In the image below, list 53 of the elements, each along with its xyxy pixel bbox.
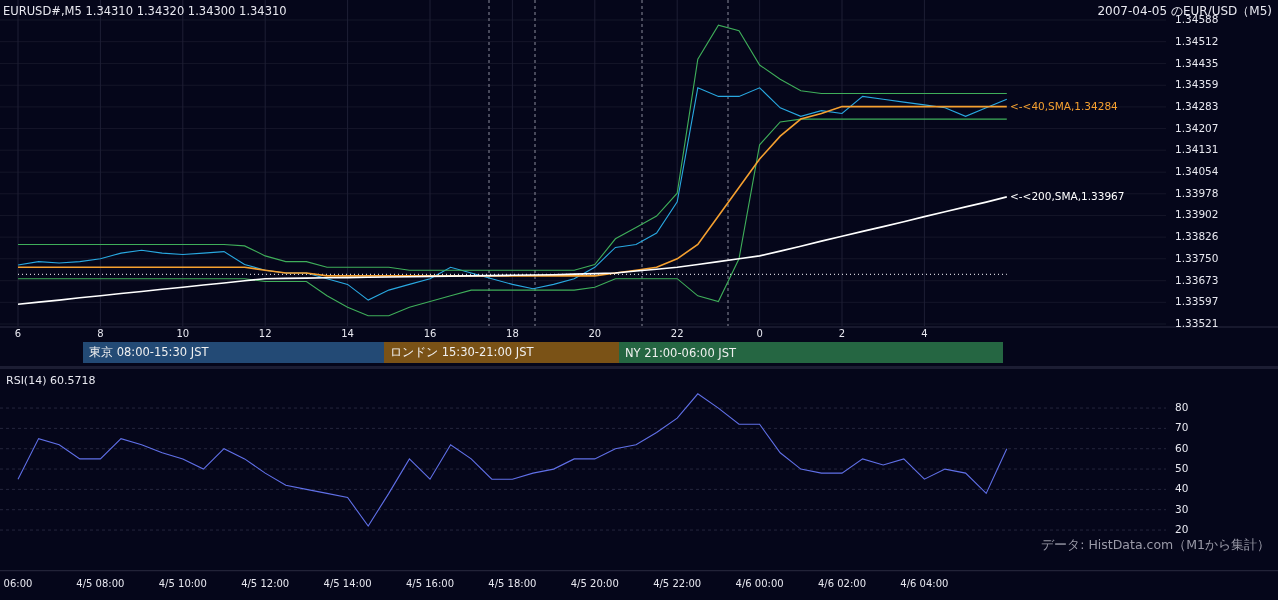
time-axis-label: 4/5 10:00 (158, 577, 207, 589)
time-axis-label: 20 (588, 328, 602, 339)
session-band: ロンドン 15:30-21:00 JST (384, 342, 619, 363)
price-axis-label: 1.33750 (1175, 251, 1219, 264)
price-axis-label: 1.33597 (1175, 295, 1219, 308)
time-axis-label: 18 (506, 328, 519, 339)
price-axis-label: 1.34054 (1175, 165, 1219, 178)
time-axis-label: 16 (423, 328, 437, 339)
time-axis-label: 4/5 08:00 (76, 577, 125, 589)
time-axis-label: 4/5 20:00 (570, 577, 619, 589)
time-axis-label: 4/6 00:00 (735, 577, 784, 589)
rsi-axis-label: 80 (1175, 401, 1189, 414)
price-axis-label: 1.33902 (1175, 208, 1219, 221)
time-axis-label: 4/6 04:00 (900, 577, 949, 589)
rsi-axis-label: 50 (1175, 462, 1189, 475)
rsi-axis-label: 70 (1175, 421, 1189, 434)
rsi-axis-label: 30 (1175, 502, 1189, 515)
time-axis-label: 4/6 02:00 (817, 577, 867, 589)
moving-average-label: <-<200,SMA,1.33967 (1010, 189, 1125, 202)
time-axis-label: 4/5 14:00 (323, 577, 372, 589)
moving-average-label: <-<40,SMA,1.34284 (1010, 99, 1118, 112)
time-axis-label: 4/5 18:00 (488, 577, 537, 589)
rsi-axis-label: 40 (1175, 482, 1189, 495)
price-axis-label: 1.34512 (1175, 34, 1219, 47)
time-axis-label: 12 (258, 328, 272, 339)
time-axis-label: 22 (670, 328, 684, 339)
time-axis-label: 4/5 22:00 (653, 577, 702, 589)
price-axis-label: 1.34435 (1175, 56, 1219, 69)
time-axis-label: 0 (756, 328, 763, 339)
time-axis-label: 06:00 (3, 577, 33, 589)
rsi-axis-label: 60 (1175, 441, 1189, 454)
time-axis-label: 10 (176, 328, 190, 339)
credit-text: データ: HistData.com（M1から集計） (1041, 537, 1270, 552)
session-band: 東京 08:00-15:30 JST (83, 342, 384, 363)
rsi-title: RSI(14) 60.5718 (6, 374, 96, 387)
time-axis-label: 4/5 16:00 (405, 577, 455, 589)
time-axis-label: 2 (838, 328, 846, 339)
price-axis-label: 1.34207 (1175, 121, 1219, 134)
price-axis-label: 1.33978 (1175, 186, 1219, 199)
rsi-axis-label: 20 (1175, 523, 1189, 536)
time-axis-label: 4 (921, 328, 928, 339)
price-axis-label: 1.34359 (1175, 78, 1219, 91)
price-axis-label: 1.34283 (1175, 99, 1219, 112)
price-axis-label: 1.33521 (1175, 317, 1219, 329)
session-band: NY 21:00-06:00 JST (619, 342, 1003, 363)
time-axis-label: 8 (97, 328, 104, 339)
price-axis-label: 1.34131 (1175, 143, 1219, 156)
price-axis-label: 1.33826 (1175, 230, 1219, 243)
time-axis-label: 4/5 12:00 (241, 577, 290, 589)
time-axis-label: 6 (14, 328, 22, 339)
symbol-quote: EURUSD#,M5 1.34310 1.34320 1.34300 1.34310 (3, 4, 287, 18)
price-axis-label: 1.33673 (1175, 273, 1219, 286)
time-axis-label: 14 (341, 328, 354, 339)
